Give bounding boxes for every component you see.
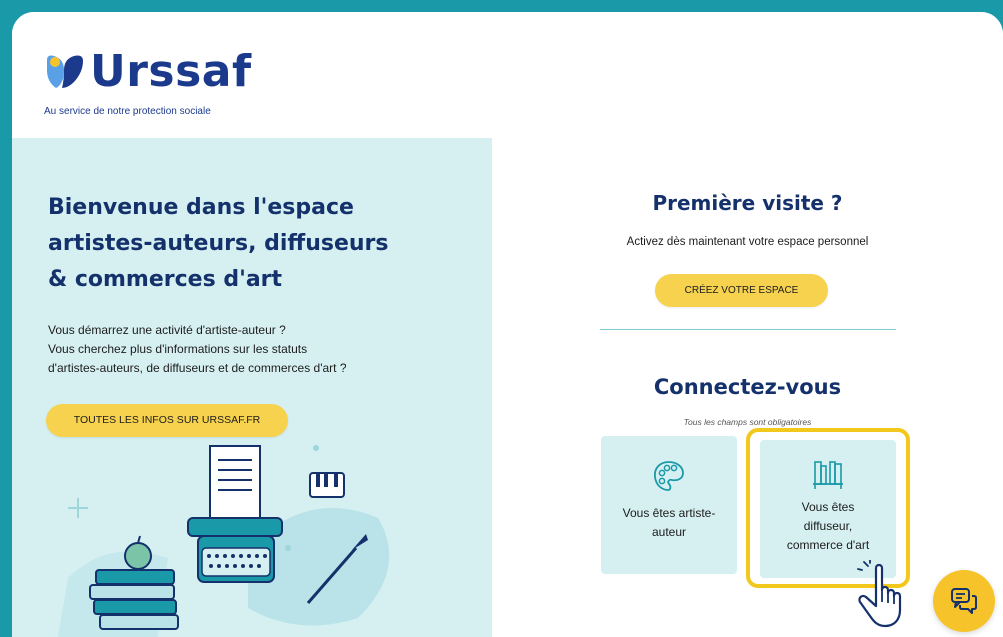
artist-author-card[interactable]: Vous êtes artiste- auteur [601,436,737,574]
page-frame: Urssaf Au service de notre protection so… [12,12,1003,637]
bookshelf-icon [813,461,843,489]
section-divider [600,329,896,330]
piano-keys-icon [309,472,345,498]
chat-button[interactable] [933,570,995,632]
diffuser-card[interactable]: Vous êtes diffuseur, commerce d'art [760,440,896,578]
first-visit-title: Première visite ? [652,191,843,215]
intro-line-1: Vous démarrez une activité d'artiste-aut… [48,323,286,337]
create-account-button[interactable]: CRÉEZ VOTRE ESPACE [655,274,828,307]
intro-line-2: Vous cherchez plus d'informations sur le… [48,342,308,356]
welcome-title-line-2: artistes-auteurs, diffuseurs [48,231,389,256]
artist-author-label: Vous êtes artiste- auteur [601,504,737,542]
login-panel: Première visite ? Activez dès maintenant… [492,138,1003,637]
diffuser-label: Vous êtes diffuseur, commerce d'art [760,498,896,555]
welcome-title-line-1: Bienvenue dans l'espace [48,195,354,220]
welcome-panel: Bienvenue dans l'espace artistes-auteurs… [12,138,492,637]
required-fields-note: Tous les champs sont obligatoires [683,417,812,427]
artist-author-label-line-2: auteur [651,525,687,539]
brand-name: Urssaf [90,46,252,97]
brand-tagline: Au service de notre protection sociale [44,106,211,117]
diffuser-label-line-3: commerce d'art [786,538,870,552]
first-visit-text: Activez dès maintenant votre espace pers… [626,236,869,248]
artist-author-label-line-1: Vous êtes artiste- [622,506,716,520]
header: Urssaf Au service de notre protection so… [12,12,1003,138]
urssaf-heart-icon [47,55,83,88]
welcome-intro: Vous démarrez une activité d'artiste-aut… [48,321,478,378]
welcome-title-line-3: & commerces d'art [48,267,283,292]
artist-illustration [58,445,390,637]
welcome-title: Bienvenue dans l'espace artistes-auteurs… [48,190,448,298]
palette-icon [654,461,684,491]
urssaf-logo[interactable]: Urssaf Au service de notre protection so… [44,46,284,120]
intro-line-3: d'artistes-auteurs, de diffuseurs et de … [48,361,347,375]
chat-icon [951,588,977,614]
diffuser-label-line-1: Vous êtes [801,500,855,514]
hand-pointer-icon [857,560,902,628]
connect-title: Connectez-vous [653,375,842,399]
diffuser-label-line-2: diffuseur, [803,519,853,533]
